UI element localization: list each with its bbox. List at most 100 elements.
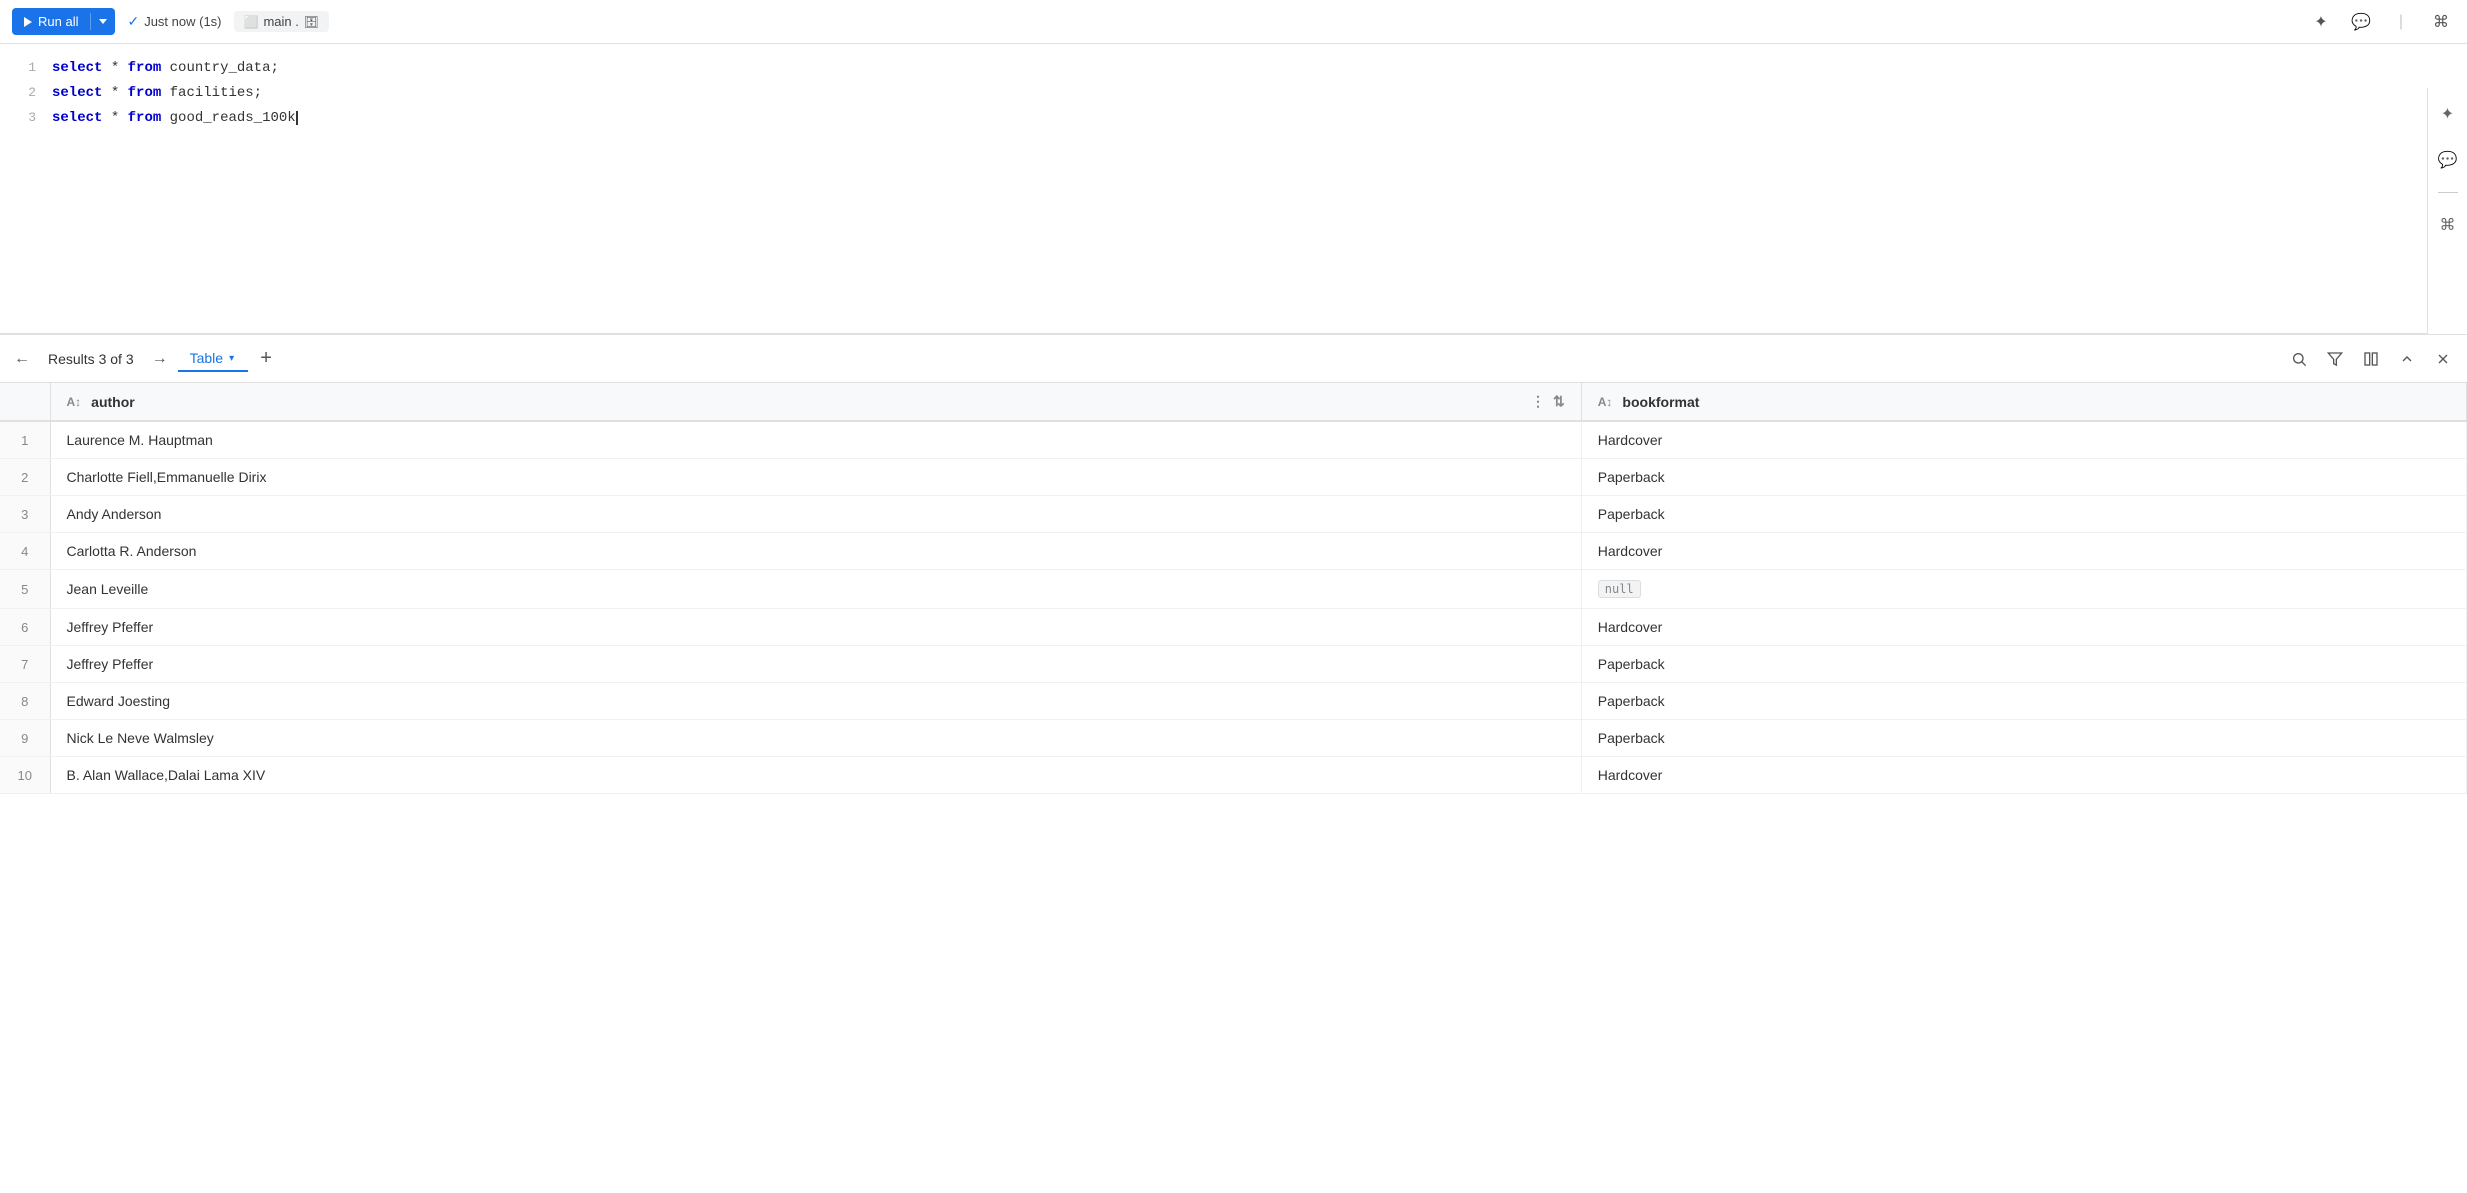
table-row: 10B. Alan Wallace,Dalai Lama XIVHardcove… (0, 757, 2467, 794)
columns-button[interactable] (2355, 343, 2387, 375)
author-cell: Jeffrey Pfeffer (50, 646, 1581, 683)
shortcut-icon[interactable]: ⌘ (2427, 8, 2455, 36)
bookformat-cell: Hardcover (1581, 533, 2466, 570)
check-icon: ✓ (127, 13, 139, 30)
text-type-icon: A↕ (67, 395, 82, 409)
table-row: 1Laurence M. HauptmanHardcover (0, 421, 2467, 459)
editor-line-2: 2 select * from facilities; (16, 81, 2411, 106)
search-results-button[interactable] (2283, 343, 2315, 375)
prev-result-button[interactable]: ← (8, 345, 36, 373)
sparkle-icon[interactable]: ✦ (2307, 8, 2335, 36)
add-view-button[interactable]: + (252, 345, 280, 373)
bookformat-cell: null (1581, 570, 2466, 609)
status-bar: ✓ Just now (1s) (127, 13, 221, 30)
table-tab-dropdown[interactable]: ▾ (227, 353, 236, 364)
author-cell: B. Alan Wallace,Dalai Lama XIV (50, 757, 1581, 794)
null-badge: null (1598, 580, 1641, 598)
table-row: 7Jeffrey PfefferPaperback (0, 646, 2467, 683)
row-number-cell: 5 (0, 570, 50, 609)
table-row: 9Nick Le Neve WalmsleyPaperback (0, 720, 2467, 757)
author-cell: Jeffrey Pfeffer (50, 609, 1581, 646)
db-icon: 🗄 (304, 15, 319, 29)
row-number-cell: 6 (0, 609, 50, 646)
toolbar: Run all ✓ Just now (1s) ⬜ main . 🗄 ✦ 💬 |… (0, 0, 2467, 44)
sparkle-right-icon[interactable]: ✦ (2434, 100, 2462, 128)
bookformat-cell: Paperback (1581, 496, 2466, 533)
row-number-cell: 1 (0, 421, 50, 459)
table-tab[interactable]: Table ▾ (178, 346, 249, 372)
comment-icon[interactable]: 💬 (2347, 8, 2375, 36)
vertical-line-icon: | (2387, 8, 2415, 36)
sort-icon[interactable]: ⇅ (1553, 393, 1565, 410)
line-code-2: select * from facilities; (52, 81, 262, 106)
line-number-3: 3 (16, 106, 36, 129)
editor-line-3: 3 select * from good_reads_100k (16, 106, 2411, 131)
tab-indicator[interactable]: ⬜ main . 🗄 (234, 11, 330, 32)
next-result-button[interactable]: → (146, 345, 174, 373)
results-area: ← Results 3 of 3 → Table ▾ + (0, 334, 2467, 1193)
toolbar-right: ✦ 💬 | ⌘ (2307, 8, 2455, 36)
keyboard-right-icon[interactable]: ⌘ (2434, 211, 2462, 239)
row-number-cell: 2 (0, 459, 50, 496)
row-number-cell: 7 (0, 646, 50, 683)
line-code-1: select * from country_data; (52, 56, 279, 81)
row-number-cell: 3 (0, 496, 50, 533)
divider (2438, 192, 2458, 193)
author-cell: Andy Anderson (50, 496, 1581, 533)
author-cell: Nick Le Neve Walmsley (50, 720, 1581, 757)
line-number-1: 1 (16, 56, 36, 79)
row-number-header (0, 383, 50, 421)
column-menu-icon[interactable]: ⋮ (1531, 393, 1545, 410)
row-number-cell: 9 (0, 720, 50, 757)
run-icon (24, 17, 32, 27)
bookformat-cell: Paperback (1581, 459, 2466, 496)
bookformat-cell: Hardcover (1581, 609, 2466, 646)
tab-label: main . (263, 14, 298, 29)
chevron-down-icon (99, 19, 107, 24)
author-cell: Edward Joesting (50, 683, 1581, 720)
table-row: 4Carlotta R. AndersonHardcover (0, 533, 2467, 570)
status-label: Just now (1s) (144, 14, 221, 29)
results-label: Results 3 of 3 (40, 351, 142, 367)
table-row: 2Charlotte Fiell,Emmanuelle DirixPaperba… (0, 459, 2467, 496)
bookformat-cell: Paperback (1581, 720, 2466, 757)
right-sidebar: ✦ 💬 ⌘ (2427, 88, 2467, 334)
table-tab-label: Table (190, 350, 223, 366)
table-row: 5Jean Leveille null (0, 570, 2467, 609)
bookformat-cell: Paperback (1581, 646, 2466, 683)
run-all-button[interactable]: Run all (12, 8, 115, 35)
run-all-label: Run all (38, 14, 78, 29)
author-header-label: author (91, 394, 135, 410)
line-code-3: select * from good_reads_100k (52, 106, 298, 131)
collapse-button[interactable] (2391, 343, 2423, 375)
author-cell: Jean Leveille (50, 570, 1581, 609)
results-table: A↕ author ⋮ ⇅ A↕ (0, 383, 2467, 794)
author-cell: Laurence M. Hauptman (50, 421, 1581, 459)
filter-button[interactable] (2319, 343, 2351, 375)
bookformat-header-label: bookformat (1622, 394, 1699, 410)
row-number-cell: 4 (0, 533, 50, 570)
table-container[interactable]: A↕ author ⋮ ⇅ A↕ (0, 383, 2467, 1193)
results-tabs-bar: ← Results 3 of 3 → Table ▾ + (0, 335, 2467, 383)
author-cell: Carlotta R. Anderson (50, 533, 1581, 570)
speech-right-icon[interactable]: 💬 (2434, 146, 2462, 174)
row-number-cell: 10 (0, 757, 50, 794)
editor-line-1: 1 select * from country_data; (16, 56, 2411, 81)
table-row: 8Edward JoestingPaperback (0, 683, 2467, 720)
tab-icon: ⬜ (244, 15, 259, 29)
results-tab-actions (2283, 343, 2459, 375)
author-cell: Charlotte Fiell,Emmanuelle Dirix (50, 459, 1581, 496)
run-dropdown-button[interactable] (90, 13, 115, 30)
bookformat-column-header[interactable]: A↕ bookformat (1581, 383, 2466, 421)
bookformat-cell: Paperback (1581, 683, 2466, 720)
table-row: 3Andy AndersonPaperback (0, 496, 2467, 533)
line-number-2: 2 (16, 81, 36, 104)
author-column-header[interactable]: A↕ author ⋮ ⇅ (50, 383, 1581, 421)
close-results-button[interactable] (2427, 343, 2459, 375)
bookformat-cell: Hardcover (1581, 421, 2466, 459)
table-row: 6Jeffrey PfefferHardcover (0, 609, 2467, 646)
bookformat-cell: Hardcover (1581, 757, 2466, 794)
editor-area[interactable]: 1 select * from country_data; 2 select *… (0, 44, 2427, 334)
text-type-icon-2: A↕ (1598, 395, 1613, 409)
row-number-cell: 8 (0, 683, 50, 720)
